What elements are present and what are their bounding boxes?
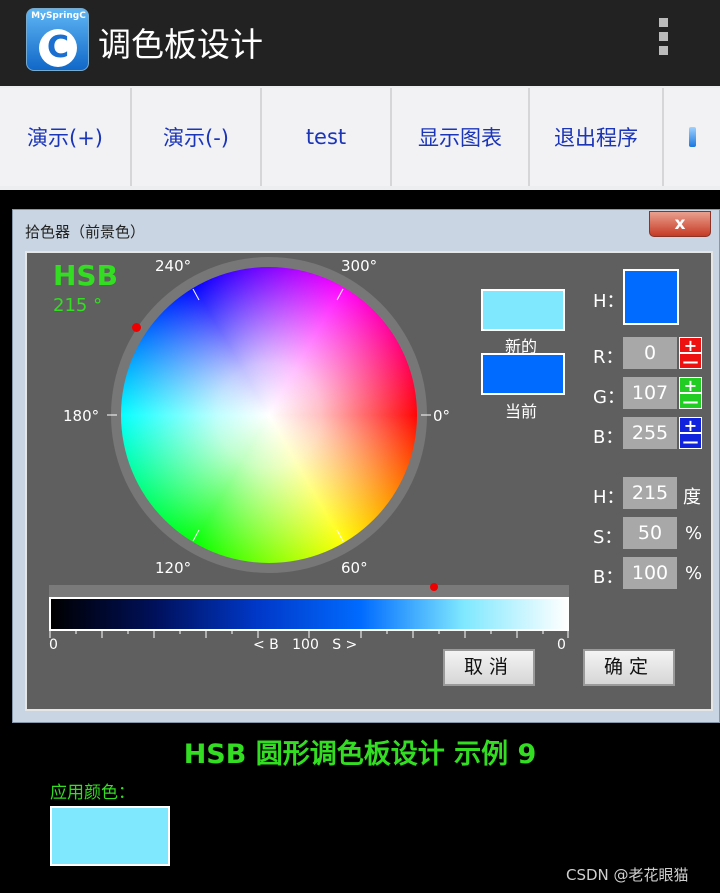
angle-120-label: 120° <box>155 559 192 577</box>
current-color-label: 当前 <box>505 402 538 421</box>
b-value-field[interactable]: 255 <box>623 417 677 449</box>
b-stepper[interactable]: + — <box>679 417 702 450</box>
watermark: CSDN @老花眼猫 <box>566 866 689 884</box>
app-logo-text: MySpringC <box>31 11 86 21</box>
dialog-title: 拾色器（前景色） <box>25 223 146 241</box>
mode-label: HSB <box>53 259 118 292</box>
hsb-b-label: B： <box>593 567 624 588</box>
example-heading: HSB 圆形调色板设计 示例 9 <box>183 739 537 770</box>
app-logo: MySpringC C <box>26 8 89 71</box>
slider-left-label: 0 <box>49 637 58 653</box>
r-label: R： <box>593 347 624 368</box>
g-minus-button[interactable]: — <box>679 393 702 410</box>
slider-track-header <box>49 585 569 597</box>
demo-minus-button[interactable]: 演示(-) <box>132 88 262 186</box>
hsb-h-field[interactable]: 215 <box>623 477 677 509</box>
test-button[interactable]: test <box>262 88 392 186</box>
close-button[interactable]: x <box>649 211 711 237</box>
cancel-button[interactable]: 取消 <box>443 649 535 686</box>
hue-color-swatch <box>623 269 679 325</box>
apply-color-label: 应用颜色： <box>50 783 135 803</box>
angle-0-label: 0° <box>433 407 451 425</box>
hsb-s-field[interactable]: 50 <box>623 517 677 549</box>
slider-thumb[interactable] <box>429 583 438 591</box>
h-swatch-label: H： <box>593 291 625 312</box>
brightness-saturation-slider[interactable] <box>49 597 569 631</box>
toolbar-partial-icon <box>688 127 696 147</box>
toolbar: 演示(+) 演示(-) test 显示图表 退出程序 <box>0 86 720 190</box>
app-bar: MySpringC C 调色板设计 <box>0 0 720 86</box>
hsb-b-unit: % <box>685 563 703 584</box>
show-chart-button[interactable]: 显示图表 <box>392 88 530 186</box>
slider-right-label: 0 <box>557 637 566 653</box>
new-color-swatch <box>481 289 565 331</box>
hsb-h-label: H： <box>593 487 625 508</box>
hue-readout: 215 ° <box>53 295 103 316</box>
slider-center-label: < B 100 S > <box>253 637 358 653</box>
b-label: B： <box>593 427 624 448</box>
app-title: 调色板设计 <box>98 25 263 64</box>
angle-300-label: 300° <box>341 257 378 275</box>
overflow-menu-icon[interactable] <box>656 18 670 62</box>
r-value-field[interactable]: 0 <box>623 337 677 369</box>
b-plus-button[interactable]: + <box>679 417 702 434</box>
angle-240-label: 240° <box>155 257 192 275</box>
angle-180-label: 180° <box>63 407 100 425</box>
color-picker-dialog: 拾色器（前景色） x HSB 215 ° 240° 300° 180° 0° 1… <box>12 209 720 723</box>
g-stepper[interactable]: + — <box>679 377 702 410</box>
more-toolbar-button[interactable] <box>664 88 720 186</box>
dialog-panel: HSB 215 ° 240° 300° 180° 0° 120° 60° 新的 … <box>25 251 713 711</box>
demo-plus-button[interactable]: 演示(+) <box>0 88 132 186</box>
exit-program-button[interactable]: 退出程序 <box>530 88 664 186</box>
hsb-s-unit: % <box>685 523 703 544</box>
b-minus-button[interactable]: — <box>679 433 702 450</box>
hsb-b-field[interactable]: 100 <box>623 557 677 589</box>
app-logo-letter: C <box>39 29 77 67</box>
applied-color-swatch <box>50 806 170 866</box>
r-minus-button[interactable]: — <box>679 353 702 370</box>
r-stepper[interactable]: + — <box>679 337 702 370</box>
angle-60-label: 60° <box>341 559 368 577</box>
g-plus-button[interactable]: + <box>679 377 702 394</box>
g-value-field[interactable]: 107 <box>623 377 677 409</box>
hsb-h-unit: 度 <box>683 487 701 508</box>
hsb-s-label: S： <box>593 527 623 548</box>
g-label: G： <box>593 387 625 408</box>
current-color-swatch <box>481 353 565 395</box>
r-plus-button[interactable]: + <box>679 337 702 354</box>
ok-button[interactable]: 确定 <box>583 649 675 686</box>
